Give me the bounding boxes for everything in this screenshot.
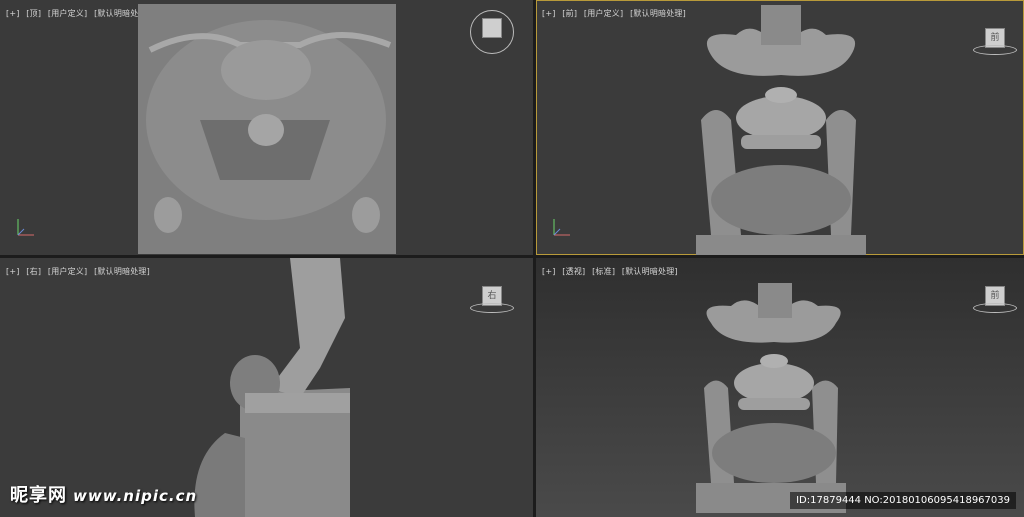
viewport-right[interactable]: [+] [右] [用户定义] [默认明暗处理] 右 昵享网 www.nipic.c… (0, 258, 533, 517)
viewcube-compass[interactable] (470, 10, 514, 54)
viewport-perspective[interactable]: [+] [透视] [标准] [默认明暗处理] 前 ID:17879444 NO:… (536, 258, 1024, 517)
axis-gizmo (17, 219, 34, 236)
model-front-view (696, 5, 866, 255)
watermark-brand: 昵享网 (10, 485, 67, 506)
axis-gizmo (553, 219, 570, 236)
viewport-front[interactable]: [+] [前] [用户定义] [默认明暗处理] 前 (536, 0, 1024, 255)
image-id-label: ID:17879444 NO:20180106095418967039 (790, 492, 1016, 509)
viewcube-ring[interactable] (973, 303, 1017, 313)
viewcube-ring[interactable] (470, 10, 514, 54)
model-right-view (194, 258, 350, 517)
viewcube[interactable]: 右 (470, 286, 514, 316)
watermark: 昵享网 www.nipic.cn (10, 481, 197, 507)
viewcube-ring[interactable] (470, 303, 514, 313)
viewcube-ring[interactable] (973, 45, 1017, 55)
model-top-view (138, 4, 396, 254)
viewcube[interactable]: 前 (973, 28, 1017, 58)
watermark-site: www.nipic.cn (73, 487, 198, 505)
viewport-top[interactable]: [+] [顶] [用户定义] [默认明暗处理] (0, 0, 533, 255)
model-perspective-view (696, 283, 846, 513)
viewcube[interactable]: 前 (973, 286, 1017, 316)
